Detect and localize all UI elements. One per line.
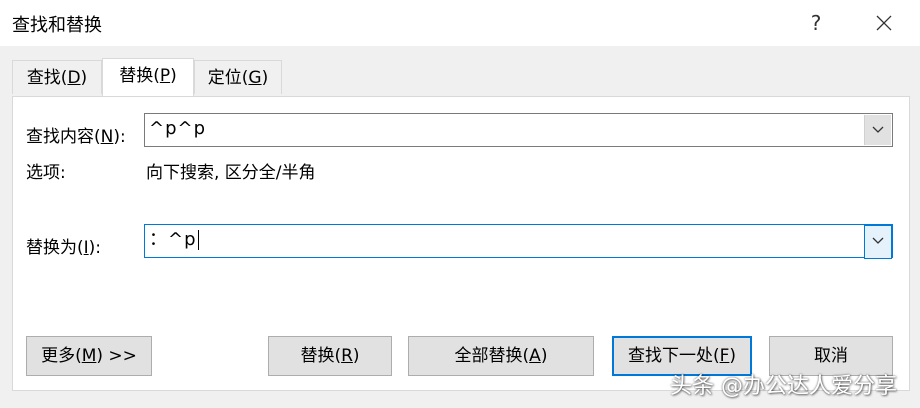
replace-with-combobox[interactable]: ：^p	[144, 224, 893, 259]
dialog-title: 查找和替换	[12, 15, 102, 36]
find-dropdown-button[interactable]	[864, 115, 891, 145]
options-label: 选项:	[26, 163, 66, 183]
replace-with-input[interactable]: ：^p	[149, 225, 199, 257]
text-caret	[197, 230, 199, 250]
help-icon: ?	[810, 11, 822, 35]
close-icon	[876, 15, 892, 31]
help-button[interactable]: ?	[804, 8, 828, 38]
options-value: 向下搜索, 区分全/半角	[146, 163, 316, 183]
watermark: 头条 @办公达人爱分享	[670, 374, 897, 399]
title-bar: 查找和替换 ?	[0, 0, 920, 46]
find-what-input[interactable]: ^p^p	[149, 114, 206, 146]
find-what-label: 查找内容(N):	[26, 127, 126, 147]
find-what-combobox[interactable]: ^p^p	[144, 113, 893, 147]
tab-goto[interactable]: 定位(G)	[194, 60, 282, 94]
chevron-down-icon	[872, 237, 884, 244]
tab-find[interactable]: 查找(D)	[12, 60, 102, 94]
replace-with-label: 替换为(I):	[26, 238, 102, 258]
chevron-down-icon	[872, 126, 884, 133]
more-button[interactable]: 更多(M) >>	[26, 336, 152, 376]
replace-dropdown-button[interactable]	[864, 225, 892, 259]
replace-button[interactable]: 替换(R)	[268, 336, 392, 376]
close-button[interactable]	[868, 8, 900, 38]
replace-all-button[interactable]: 全部替换(A)	[408, 336, 594, 376]
tab-replace[interactable]: 替换(P)	[102, 58, 194, 96]
